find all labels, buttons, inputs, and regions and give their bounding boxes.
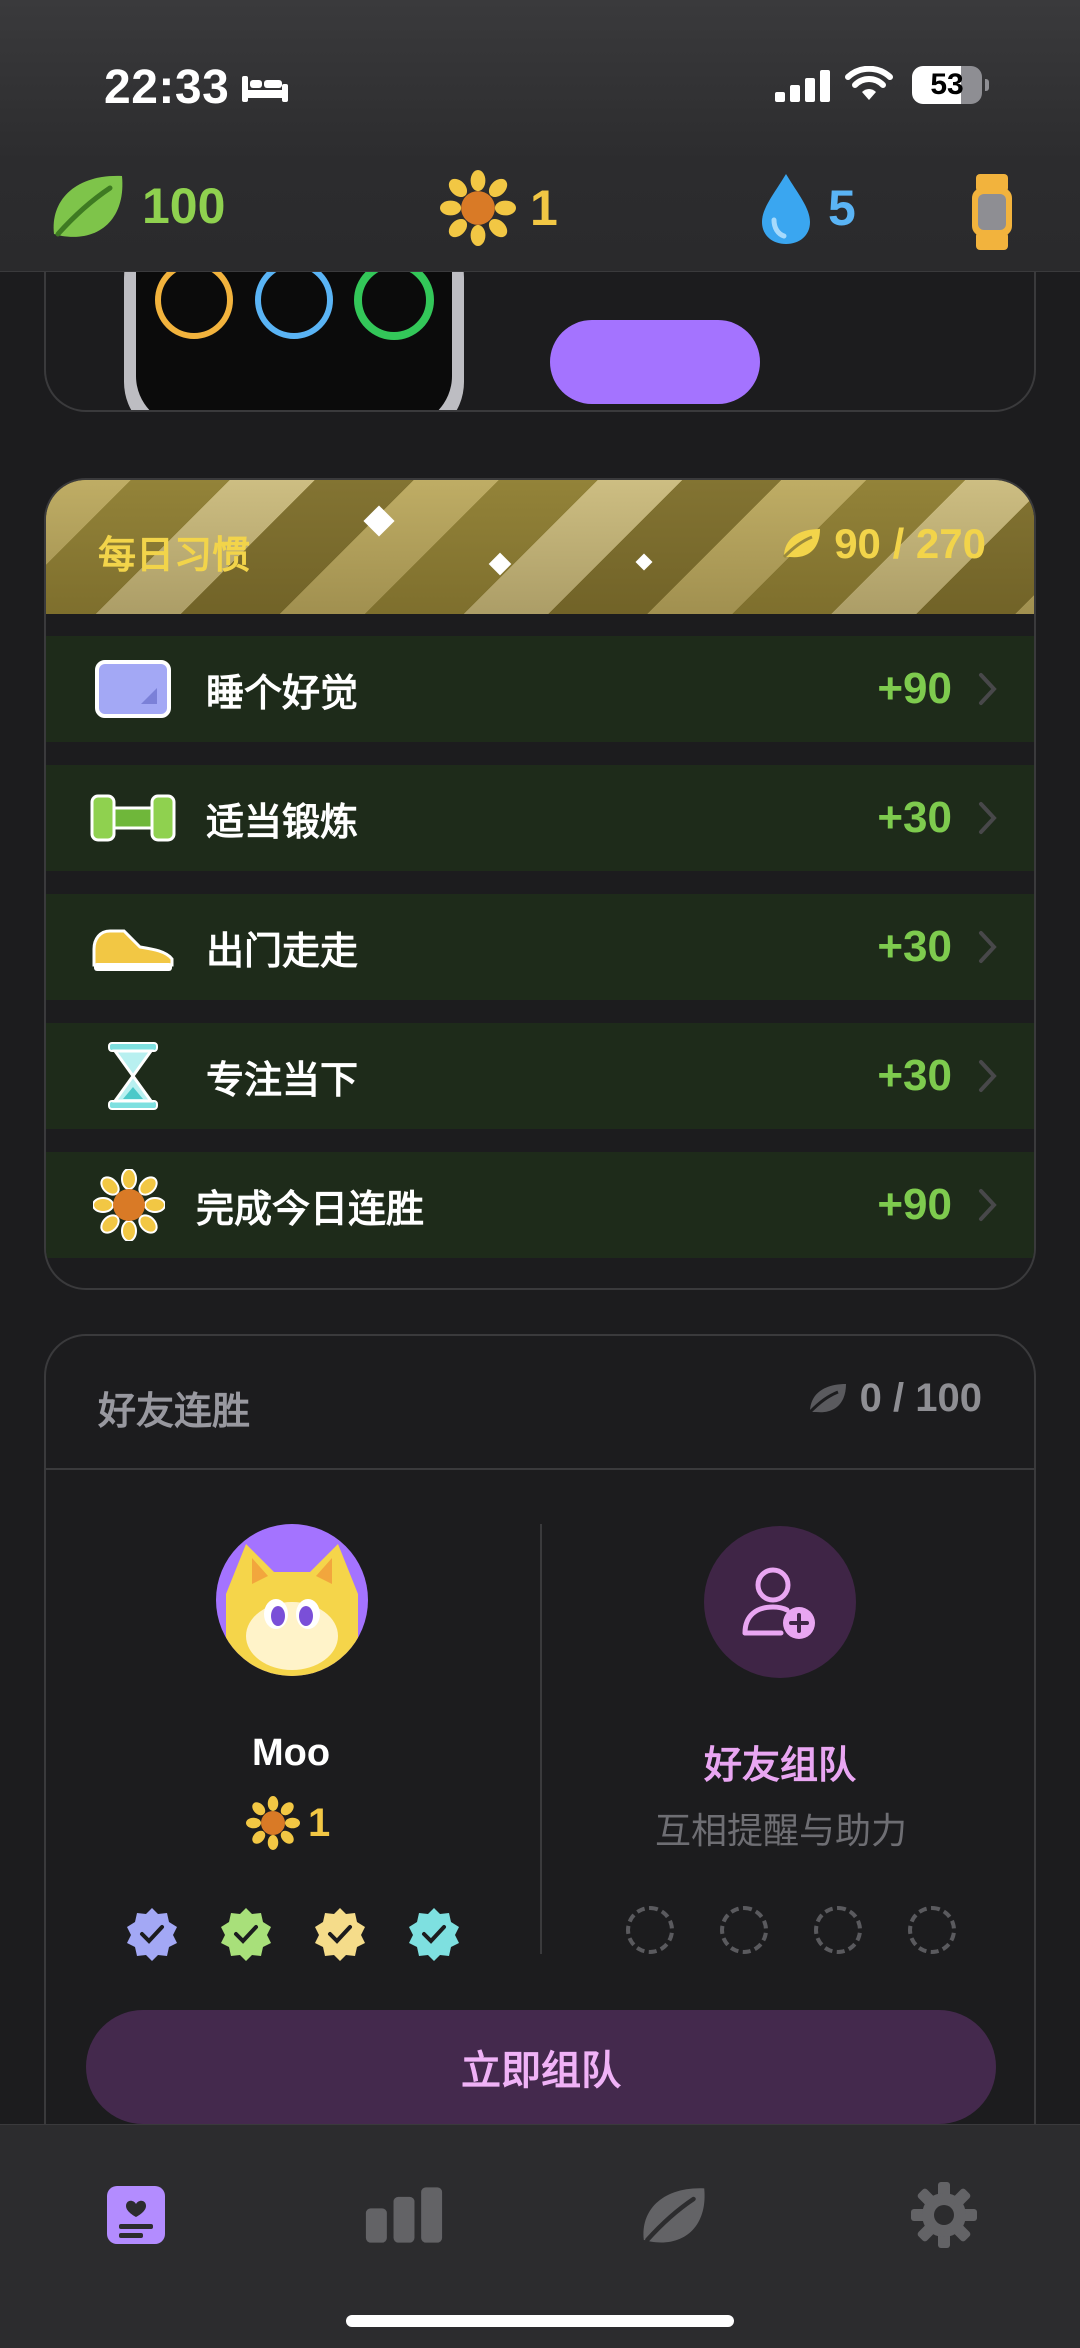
dumbbell-icon [90,781,176,855]
habits-title: 每日习惯 [98,535,251,577]
check-badge-icon [127,1908,177,1961]
habit-points: +90 [877,1180,952,1229]
habit-row-streak[interactable]: 完成今日连胜 +90 [46,1152,1034,1258]
stats-row: 100 1 5 [0,170,1080,254]
sunflower-icon [86,1168,172,1242]
habit-row-sleep[interactable]: 睡个好觉 +90 [46,636,1034,742]
watch-preview-image [124,260,464,410]
stats-icon [365,2187,443,2243]
empty-slot [908,1906,956,1954]
habit-label: 完成今日连胜 [196,1188,425,1231]
check-badge-icon [315,1908,365,1961]
water-drop-icon [762,174,810,244]
tab-settings[interactable] [904,2175,984,2255]
pillow-icon [90,652,176,726]
habit-points: +30 [877,793,952,842]
wifi-icon [845,66,893,100]
leaf-icon [53,175,123,237]
invite-subtitle: 互相提醒与助力 [654,1810,907,1851]
habit-label: 出门走走 [206,930,359,973]
hourglass-icon [90,1039,176,1113]
home-indicator [346,2315,734,2327]
habit-points: +90 [877,664,952,713]
invite-friend-button[interactable] [704,1526,856,1678]
chevron-right-icon [979,931,997,963]
avatar[interactable] [216,1524,368,1676]
friend-name: Moo [251,1732,331,1774]
status-bar: 22:33 53 [0,58,1080,118]
chevron-right-icon [979,802,997,834]
sleep-focus-icon [242,76,288,102]
habit-points: +30 [877,922,952,971]
add-user-icon [742,1567,815,1639]
habit-row-walk[interactable]: 出门走走 +30 [46,894,1034,1000]
leaves-stat[interactable]: 100 [48,170,225,242]
chevron-right-icon [979,1060,997,1092]
cellular-signal-icon [775,70,830,102]
team-up-button[interactable]: 立即组队 [86,2010,996,2124]
habit-points: +30 [877,1051,952,1100]
friend-streak-count: 1 [246,1796,330,1850]
habits-progress: 90 / 270 [780,520,986,568]
chevron-right-icon [979,673,997,705]
tab-garden[interactable] [634,2175,714,2255]
clock: 22:33 [104,61,230,114]
check-badge-icon [409,1908,459,1961]
invite-title: 好友组队 [703,1745,856,1787]
tab-bar [0,2124,1080,2348]
main-scroll[interactable]: 每日习惯 90 / 270 睡个好觉 +90 适当锻炼 +30 出门走走 +30… [0,0,1080,2348]
top-bar: 22:33 53 100 1 5 [0,0,1080,272]
leaf-icon [643,2188,705,2243]
journal-icon [107,2186,165,2244]
suns-stat[interactable]: 1 [440,170,558,246]
daily-habits-card: 每日习惯 90 / 270 睡个好觉 +90 适当锻炼 +30 出门走走 +30… [44,478,1036,1290]
leaf-icon [808,1383,846,1413]
friend-streak-progress: 0 / 100 [806,1376,982,1421]
divider [46,1468,1034,1470]
add-watch-button[interactable] [550,320,760,404]
watch-icon [972,174,1012,250]
empty-slot [814,1906,862,1954]
empty-slot [720,1906,768,1954]
sneaker-icon [90,910,176,984]
check-badge-icon [221,1908,271,1961]
drops-stat[interactable]: 5 [758,170,856,246]
habits-banner: 每日习惯 90 / 270 [46,480,1034,614]
sunflower-icon [440,170,516,246]
habit-label: 专注当下 [206,1059,359,1102]
friend-streak-title: 好友连胜 [98,1391,251,1433]
divider [540,1524,542,1954]
habit-label: 睡个好觉 [206,672,359,715]
battery-indicator: 53 [912,66,989,104]
habit-row-focus[interactable]: 专注当下 +30 [46,1023,1034,1129]
chevron-right-icon [979,1189,997,1221]
habit-label: 适当锻炼 [206,801,359,844]
watch-button[interactable] [970,174,1014,250]
tab-stats[interactable] [364,2175,444,2255]
settings-icon [911,2182,977,2248]
habit-row-exercise[interactable]: 适当锻炼 +30 [46,765,1034,871]
leaf-icon [783,529,821,559]
empty-slot [626,1906,674,1954]
sunflower-icon [246,1796,300,1850]
tab-journal[interactable] [96,2175,176,2255]
